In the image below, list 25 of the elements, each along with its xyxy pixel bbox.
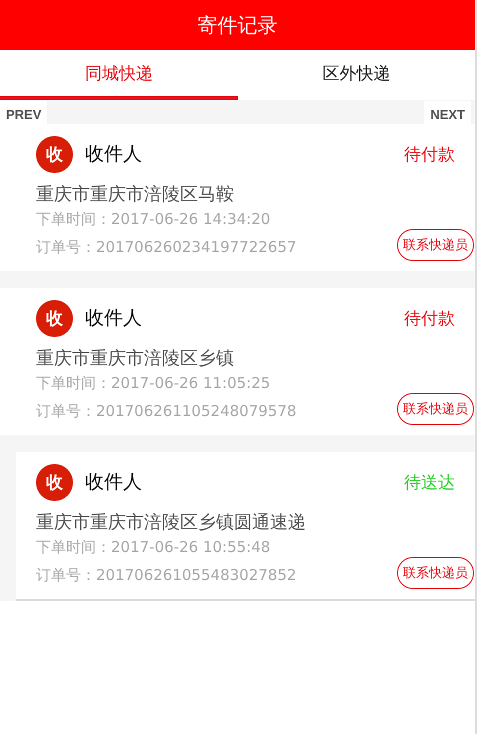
contact-courier-button[interactable]: 联系快递员	[397, 393, 474, 425]
receive-badge-icon: 收	[36, 136, 73, 172]
next-button[interactable]: NEXT	[424, 101, 471, 124]
contact-courier-button[interactable]: 联系快递员	[397, 557, 474, 589]
receive-badge-icon: 收	[36, 300, 73, 336]
receive-badge-icon: 收	[36, 464, 73, 500]
page-title: 寄件记录	[198, 12, 278, 38]
tab[interactable]: 区外快递	[238, 50, 475, 100]
address-text: 重庆市重庆市涪陵区马鞍	[36, 183, 235, 206]
order-time: 下单时间：2017-06-26 11:05:25	[36, 374, 272, 393]
recipient-label: 收件人	[85, 470, 142, 495]
recipient-label: 收件人	[85, 306, 142, 331]
contact-courier-button[interactable]: 联系快递员	[397, 229, 474, 261]
order-number: 订单号：201706261055483027852	[36, 566, 296, 584]
recipient-label: 收件人	[85, 142, 142, 167]
prev-button[interactable]: PREV	[0, 101, 48, 124]
address-text: 重庆市重庆市涪陵区乡镇	[36, 347, 235, 370]
order-time: 下单时间：2017-06-26 14:34:20	[36, 210, 272, 229]
address-text: 重庆市重庆市涪陵区乡镇圆通速递	[36, 511, 307, 534]
order-status: 待付款	[404, 308, 455, 330]
order-status: 待送达	[404, 472, 455, 494]
order-time: 下单时间：2017-06-26 10:55:48	[36, 538, 272, 557]
order-number: 订单号：201706260234197722657	[36, 238, 296, 256]
order-status: 待付款	[404, 144, 455, 166]
order-number: 订单号：201706261105248079578	[36, 402, 296, 420]
